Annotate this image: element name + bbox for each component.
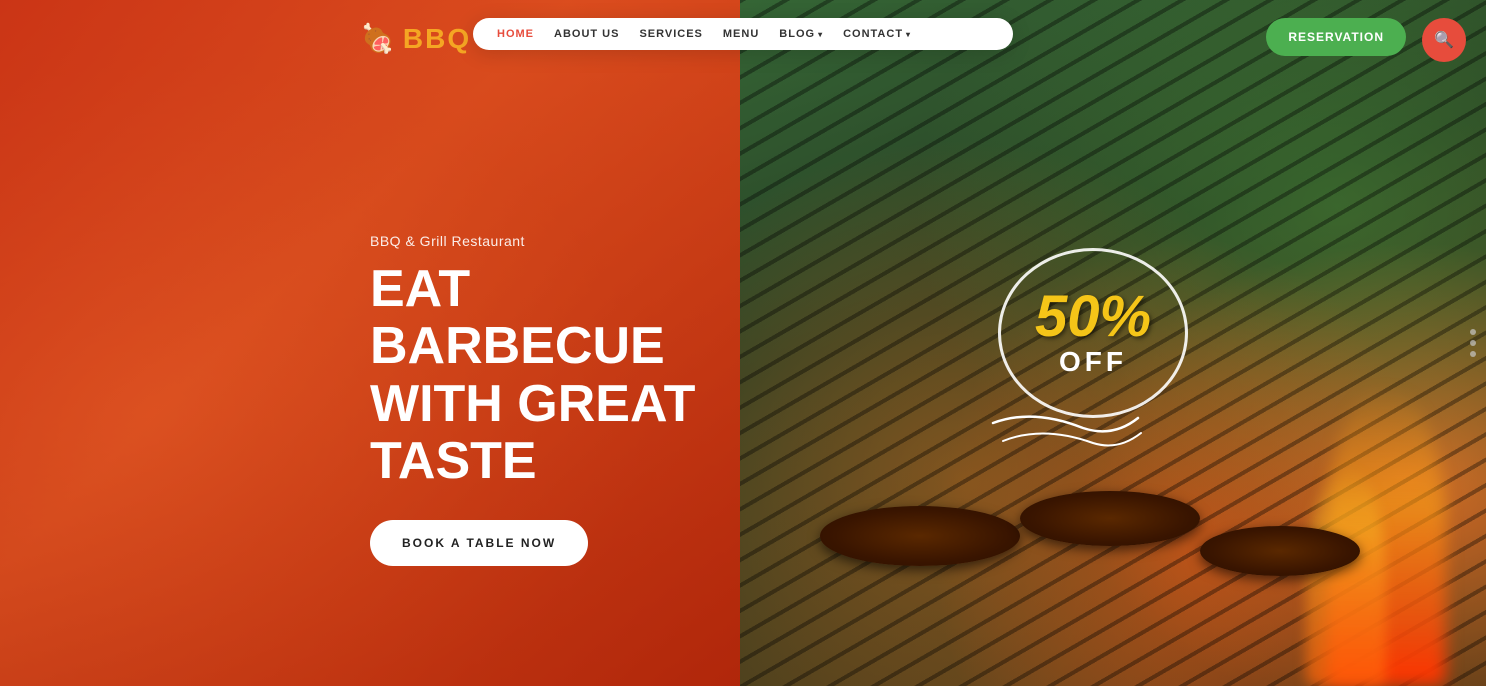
nav-blog-label: BLOG bbox=[779, 28, 815, 40]
book-table-button[interactable]: BOOK A TABLE NOW bbox=[370, 520, 588, 566]
nav-blog-arrow: ▾ bbox=[818, 30, 823, 39]
nav-home[interactable]: HOME bbox=[497, 28, 534, 40]
dot-2 bbox=[1470, 340, 1476, 346]
logo-text: BBQ bbox=[403, 23, 471, 55]
nav-blog[interactable]: BLOG ▾ bbox=[779, 28, 823, 40]
nav-about[interactable]: ABOUT US bbox=[554, 28, 619, 40]
three-dots bbox=[1470, 329, 1476, 357]
navbar: HOME ABOUT US SERVICES MENU BLOG ▾ CONTA… bbox=[473, 18, 1013, 50]
nav-services[interactable]: SERVICES bbox=[639, 28, 702, 40]
discount-label: OFF bbox=[1059, 346, 1127, 378]
nav-menu[interactable]: MENU bbox=[723, 28, 759, 40]
nav-contact[interactable]: CONTACT ▾ bbox=[843, 28, 911, 40]
logo-icon: 🍖 bbox=[360, 22, 395, 55]
hero-section: 50% OFF 🍖 BBQ HOME ABOUT US SERVICES MEN… bbox=[0, 0, 1486, 686]
nav-contact-arrow: ▾ bbox=[906, 30, 911, 39]
dot-3 bbox=[1470, 351, 1476, 357]
logo[interactable]: 🍖 BBQ bbox=[360, 22, 471, 55]
reservation-button[interactable]: RESERVATION bbox=[1266, 18, 1406, 56]
swoosh-svg bbox=[983, 403, 1143, 463]
dot-1 bbox=[1470, 329, 1476, 335]
hero-title: EAT BARBECUE WITH GREAT TASTE bbox=[370, 261, 710, 490]
search-icon: 🔍 bbox=[1434, 30, 1454, 50]
discount-badge: 50% OFF bbox=[993, 233, 1193, 433]
nav-contact-label: CONTACT bbox=[843, 28, 903, 40]
hero-right-panel: 50% OFF bbox=[740, 0, 1486, 686]
hero-content: BBQ & Grill Restaurant EAT BARBECUE WITH… bbox=[370, 233, 710, 566]
search-button[interactable]: 🔍 bbox=[1422, 18, 1466, 62]
hero-subtitle: BBQ & Grill Restaurant bbox=[370, 233, 710, 249]
patty-3 bbox=[1200, 526, 1360, 576]
patty-1 bbox=[820, 506, 1020, 566]
patty-2 bbox=[1020, 491, 1200, 546]
discount-percent: 50% bbox=[1035, 288, 1151, 346]
